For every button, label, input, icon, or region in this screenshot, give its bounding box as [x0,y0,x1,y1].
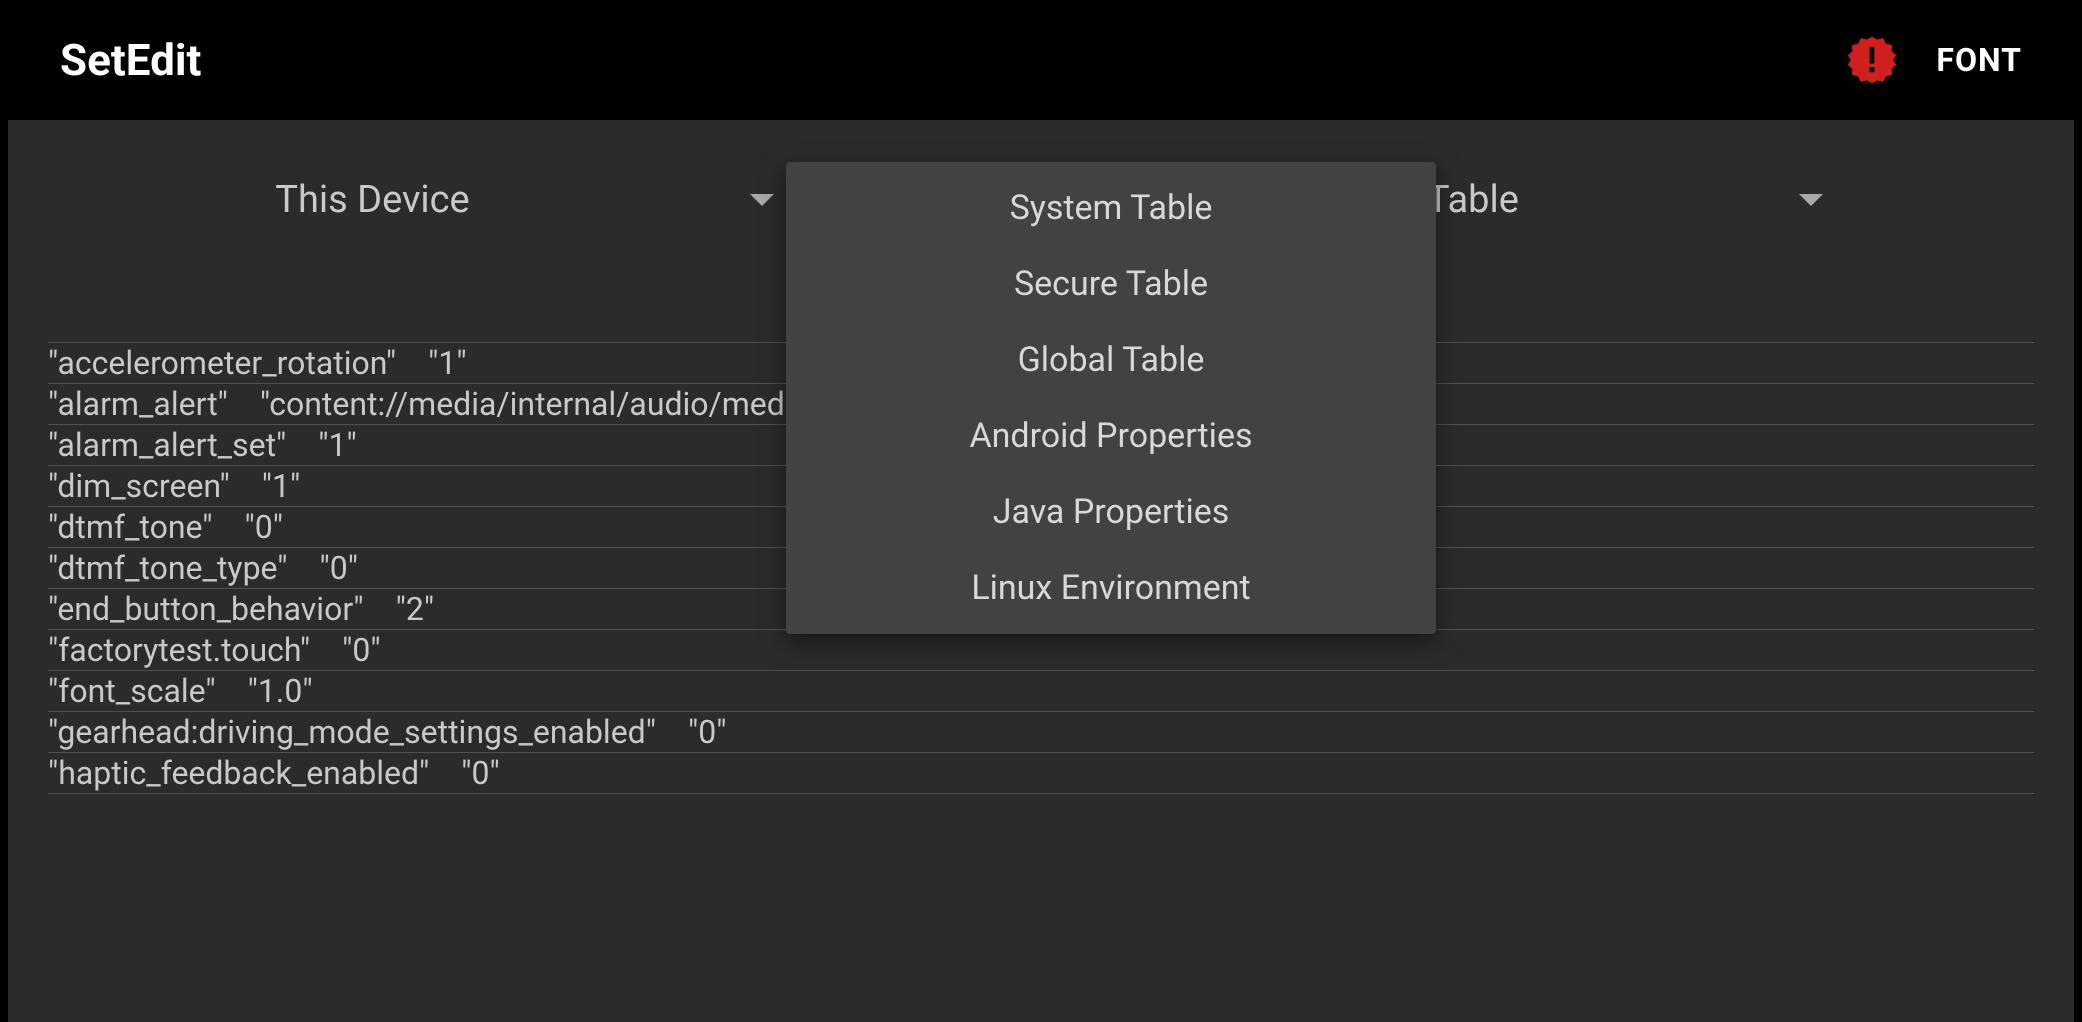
popup-menu-item[interactable]: Android Properties [786,398,1436,474]
setting-value: "1" [262,467,300,505]
setting-row[interactable]: "haptic_feedback_enabled" "0" [48,753,2034,794]
setting-key: "dtmf_tone_type" [48,549,288,587]
setting-value: "1" [428,344,466,382]
setting-key: "font_scale" [48,672,216,710]
setting-value: "0" [320,549,358,587]
popup-menu-item[interactable]: System Table [786,170,1436,246]
table-popup-menu: System TableSecure TableGlobal TableAndr… [786,162,1436,634]
setting-value: "0" [342,631,380,669]
setting-key: "alarm_alert_set" [48,426,286,464]
setting-row[interactable]: "factorytest.touch" "0" [48,630,2034,671]
popup-menu-item[interactable]: Linux Environment [786,550,1436,626]
chevron-down-icon [1799,194,1823,206]
setting-key: "dim_screen" [48,467,230,505]
setting-key: "alarm_alert" [48,385,228,423]
setting-key: "accelerometer_rotation" [48,344,396,382]
setting-row[interactable]: "font_scale" "1.0" [48,671,2034,712]
setting-value: "0" [461,754,499,792]
popup-menu-item[interactable]: Secure Table [786,246,1436,322]
popup-menu-item[interactable]: Global Table [786,322,1436,398]
setting-key: "haptic_feedback_enabled" [48,754,429,792]
setting-key: "end_button_behavior" [48,590,364,628]
popup-menu-item[interactable]: Java Properties [786,474,1436,550]
app-header: SetEdit FONT [0,0,2082,120]
header-actions: FONT [1844,32,2022,88]
app-title: SetEdit [60,34,201,86]
font-button[interactable]: FONT [1936,41,2022,79]
chevron-down-icon [750,194,774,206]
setting-key: "factorytest.touch" [48,631,310,669]
warning-icon[interactable] [1844,32,1900,88]
setting-row[interactable]: "gearhead:driving_mode_settings_enabled"… [48,712,2034,753]
setting-key: "dtmf_tone" [48,508,213,546]
device-dropdown-label: This Device [275,178,469,222]
setting-value: "1" [318,426,356,464]
setting-value: "0" [245,508,283,546]
setting-value: "1.0" [248,672,313,710]
setting-value: "2" [396,590,434,628]
setting-value: "0" [688,713,726,751]
setting-key: "gearhead:driving_mode_settings_enabled" [48,713,656,751]
